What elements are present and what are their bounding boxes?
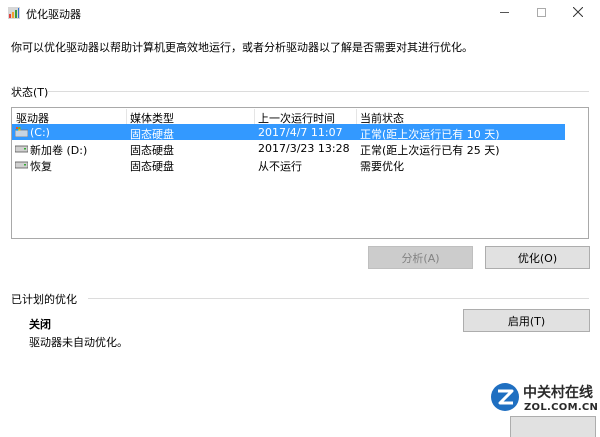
enable-schedule-button[interactable]: 启用(T) (463, 309, 590, 332)
hard-drive-icon (15, 145, 28, 153)
window-title: 优化驱动器 (26, 8, 81, 21)
status-section-label: 状态(T) (11, 86, 49, 99)
scheduled-section-divider (88, 298, 589, 299)
drive-row-recovery[interactable]: 恢复 固态硬盘 从不运行 需要优化 (12, 156, 565, 173)
drive-list-header: 驱动器 媒体类型 上一次运行时间 当前状态 (12, 108, 588, 125)
drive-status: 需要优化 (360, 160, 404, 173)
drive-name: 恢复 (30, 160, 52, 173)
scheduled-state: 关闭 (29, 318, 51, 331)
zol-logo-icon (491, 383, 519, 411)
watermark-domain-text: ZOL.COM.CN (524, 402, 599, 413)
windows-drive-icon (15, 127, 28, 137)
maximize-icon (536, 7, 546, 17)
close-button[interactable] (561, 0, 595, 24)
drive-row-d[interactable]: 新加卷 (D:) 固态硬盘 2017/3/23 13:28 正常(距上次运行已有… (12, 140, 565, 157)
drive-name: (C:) (30, 126, 50, 139)
column-separator[interactable] (126, 109, 127, 124)
minimize-icon (499, 11, 509, 13)
watermark-chinese-text: 中关村在线 (523, 385, 593, 401)
drive-row-c[interactable]: (C:) 固态硬盘 2017/4/7 11:07 正常(距上次运行已有 10 天… (12, 124, 565, 141)
scheduled-section-label: 已计划的优化 (11, 293, 77, 306)
status-section-divider (48, 91, 589, 92)
title-bar: 优化驱动器 (0, 0, 600, 26)
scheduled-detail: 驱动器未自动优化。 (29, 336, 128, 349)
drive-last-run: 从不运行 (258, 160, 302, 173)
close-icon (573, 7, 583, 17)
close-dialog-button[interactable] (510, 416, 596, 437)
minimize-button[interactable] (487, 0, 521, 24)
zol-watermark: 中关村在线 ZOL.COM.CN (486, 378, 600, 437)
maximize-button[interactable] (524, 0, 558, 24)
optimize-button[interactable]: 优化(O) (485, 246, 590, 269)
drive-last-run: 2017/4/7 11:07 (258, 126, 343, 139)
drive-list[interactable]: 驱动器 媒体类型 上一次运行时间 当前状态 (C:) 固态硬盘 2017/4/7… (11, 107, 589, 239)
analyze-button[interactable]: 分析(A) (368, 246, 473, 269)
hard-drive-icon (15, 161, 28, 169)
column-separator[interactable] (356, 109, 357, 124)
optimize-drives-app-icon (8, 7, 20, 19)
window-description: 你可以优化驱动器以帮助计算机更高效地运行，或者分析驱动器以了解是否需要对其进行优… (11, 41, 473, 54)
drive-media-type: 固态硬盘 (130, 160, 174, 173)
drive-last-run: 2017/3/23 13:28 (258, 142, 350, 155)
column-separator[interactable] (254, 109, 255, 124)
